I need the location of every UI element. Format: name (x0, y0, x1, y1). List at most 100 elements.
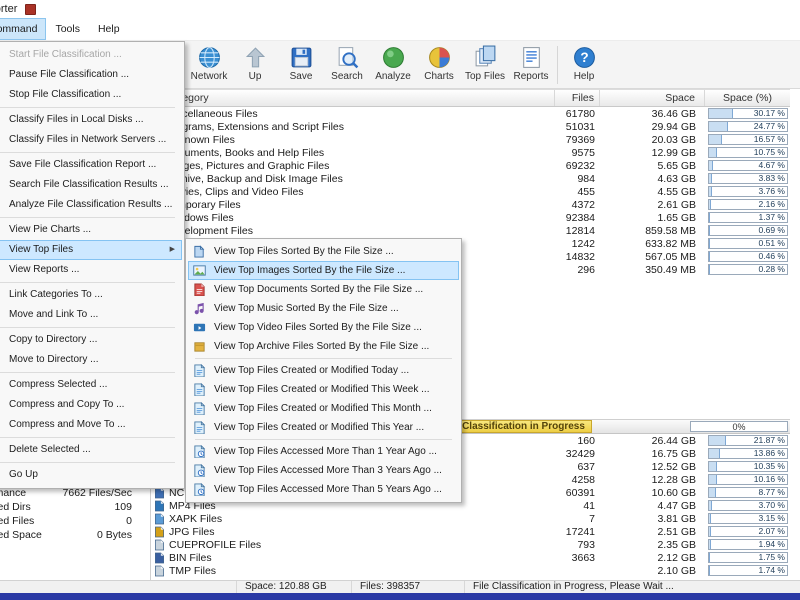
column-header-category[interactable]: Category (150, 90, 555, 106)
space-percent-bar: 21.87 % (708, 435, 788, 446)
menu-item-compress-and-move-to[interactable]: Compress and Move To ... (0, 415, 184, 435)
command-dropdown-menu: Start File Classification ... Pause File … (0, 41, 185, 489)
space-percent-label: 21.87 % (753, 435, 785, 445)
extension-name-cell: XAPK Files (150, 513, 555, 525)
category-row[interactable]: Temporary Files 4372 2.61 GB 2.16 % (150, 198, 790, 211)
menubar-item-tools[interactable]: Tools (46, 18, 89, 40)
extension-space: 2.10 GB (657, 564, 696, 577)
menu-item-view-top-files[interactable]: View Top Files ▶ (0, 240, 182, 260)
space-percent-fill (709, 436, 727, 445)
space-percent-fill (709, 148, 718, 157)
menu-item-move-and-link-to[interactable]: Move and Link To ... (0, 305, 184, 325)
column-header-space-percent[interactable]: Space (%) (705, 90, 790, 106)
submenu-item-view-top-files-accessed-more-than-5-years-[interactable]: View Top Files Accessed More Than 5 Year… (186, 480, 461, 499)
space-percent-fill (709, 200, 711, 209)
charts-icon (427, 44, 452, 70)
category-row[interactable]: Windows Files 92384 1.65 GB 1.37 % (150, 211, 790, 224)
category-name: Miscellaneous Files (166, 107, 258, 120)
toolbar-button-network[interactable]: Network (186, 44, 232, 82)
toolbar-button-reports[interactable]: Reports (508, 44, 554, 82)
category-space: 4.55 GB (657, 185, 696, 198)
menu-item-start-file-classification[interactable]: Start File Classification ... (0, 45, 184, 65)
menu-item-stop-file-classification[interactable]: Stop File Classification ... (0, 85, 184, 105)
space-percent-bar: 3.83 % (708, 173, 788, 184)
space-percent-fill (709, 488, 716, 497)
category-name: Images, Pictures and Graphic Files (166, 159, 330, 172)
menubar-item-command[interactable]: Command (0, 18, 47, 40)
category-row[interactable]: Images, Pictures and Graphic Files 69232 5… (150, 159, 790, 172)
category-row[interactable]: Unknown Files 79369 20.03 GB 16.57 % (150, 133, 790, 146)
menu-item-save-file-classification-report[interactable]: Save File Classification Report ... (0, 155, 184, 175)
space-percent-fill (709, 265, 710, 274)
extension-row[interactable]: JPG Files 17241 2.51 GB 2.07 % (150, 525, 790, 538)
menu-item-label: View Reports ... (9, 264, 80, 275)
category-row[interactable]: Movies, Clips and Video Files 455 4.55 GB 3… (150, 185, 790, 198)
column-header-files[interactable]: Files (555, 90, 600, 106)
top-files-submenu: View Top Files Sorted By the File Size .… (185, 238, 462, 503)
menu-item-copy-to-directory[interactable]: Copy to Directory ... (0, 330, 184, 350)
menu-item-analyze-file-classification-results[interactable]: Analyze File Classification Results ... (0, 195, 184, 215)
menu-item-delete-selected[interactable]: Delete Selected ... (0, 440, 184, 460)
column-header-space[interactable]: Space (600, 90, 705, 106)
modified-icon (193, 401, 207, 416)
extension-row[interactable]: BIN Files 3663 2.12 GB 1.75 % (150, 551, 790, 564)
space-percent-cell: 10.75 % (705, 147, 790, 158)
menu-item-go-up[interactable]: Go Up (0, 465, 184, 485)
extension-row[interactable]: CUEPROFILE Files 793 2.35 GB 1.94 % (150, 538, 790, 551)
menu-item-compress-selected[interactable]: Compress Selected ... (0, 375, 184, 395)
menu-item-label: Compress Selected ... (9, 379, 108, 390)
category-files: 14832 (565, 250, 595, 263)
submenu-item-view-top-files-created-or-modified-today[interactable]: View Top Files Created or Modified Today… (186, 361, 461, 380)
space-percent-fill (709, 566, 711, 575)
space-percent-bar: 0.28 % (708, 264, 788, 275)
submenu-item-view-top-music-sorted-by-the-file-size[interactable]: View Top Music Sorted By the File Size .… (186, 299, 461, 318)
menu-item-view-reports[interactable]: View Reports ... (0, 260, 184, 280)
category-row[interactable]: Archive, Backup and Disk Image Files 984 4… (150, 172, 790, 185)
toolbar-button-analyze[interactable]: Analyze (370, 44, 416, 82)
submenu-item-view-top-images-sorted-by-the-file-size[interactable]: View Top Images Sorted By the File Size … (188, 261, 459, 280)
toolbar-button-up[interactable]: Up (232, 44, 278, 82)
space-percent-fill (709, 501, 712, 510)
menu-item-classify-files-in-local-disks[interactable]: Classify Files in Local Disks ... (0, 110, 184, 130)
submenu-item-view-top-files-created-or-modified-this-mo[interactable]: View Top Files Created or Modified This … (186, 399, 461, 418)
menubar-item-help[interactable]: Help (89, 18, 129, 40)
toolbar-button-help[interactable]: ? Help (561, 44, 607, 82)
menu-item-link-categories-to[interactable]: Link Categories To ... (0, 285, 184, 305)
space-percent-cell: 30.17 % (705, 108, 790, 119)
space-percent-bar: 8.77 % (708, 487, 788, 498)
category-name: Development Files (166, 224, 253, 237)
toolbar-button-top-files[interactable]: Top Files (462, 44, 508, 82)
category-name: Programs, Extensions and Script Files (166, 120, 344, 133)
submenu-item-view-top-files-accessed-more-than-1-year-a[interactable]: View Top Files Accessed More Than 1 Year… (186, 442, 461, 461)
menu-item-move-to-directory[interactable]: Move to Directory ... (0, 350, 184, 370)
submenu-item-view-top-video-files-sorted-by-the-file-si[interactable]: View Top Video Files Sorted By the File … (186, 318, 461, 337)
toolbar-button-save[interactable]: Save (278, 44, 324, 82)
submenu-item-view-top-files-created-or-modified-this-ye[interactable]: View Top Files Created or Modified This … (186, 418, 461, 437)
modified-icon (193, 382, 207, 397)
extension-name-cell: JPG Files (150, 526, 555, 538)
menu-item-search-file-classification-results[interactable]: Search File Classification Results ... (0, 175, 184, 195)
category-space: 29.94 GB (651, 120, 696, 133)
extension-row[interactable]: TMP Files 2.10 GB 1.74 % (150, 564, 790, 577)
menu-item-view-pie-charts[interactable]: View Pie Charts ... (0, 220, 184, 240)
submenu-item-view-top-documents-sorted-by-the-file-size[interactable]: View Top Documents Sorted By the File Si… (186, 280, 461, 299)
category-row[interactable]: Documents, Books and Help Files 9575 12.99… (150, 146, 790, 159)
menu-item-classify-files-in-network-servers[interactable]: Classify Files in Network Servers ... (0, 130, 184, 150)
category-row[interactable]: Miscellaneous Files 61780 36.46 GB 30.17 % (150, 107, 790, 120)
category-space: 567.05 MB (645, 250, 696, 263)
toolbar-button-search[interactable]: Search (324, 44, 370, 82)
category-row[interactable]: Programs, Extensions and Script Files 510… (150, 120, 790, 133)
category-files: 51031 (565, 120, 595, 133)
space-percent-cell: 3.76 % (705, 186, 790, 197)
menu-item-pause-file-classification[interactable]: Pause File Classification ... (0, 65, 184, 85)
submenu-item-view-top-files-created-or-modified-this-we[interactable]: View Top Files Created or Modified This … (186, 380, 461, 399)
submenu-item-view-top-files-accessed-more-than-3-years-[interactable]: View Top Files Accessed More Than 3 Year… (186, 461, 461, 480)
menu-item-compress-and-copy-to[interactable]: Compress and Copy To ... (0, 395, 184, 415)
extension-row[interactable]: XAPK Files 7 3.81 GB 3.15 % (150, 512, 790, 525)
space-percent-fill (709, 109, 733, 118)
category-row[interactable]: Development Files 12814 859.58 MB 0.69 % (150, 224, 790, 237)
toolbar-button-charts[interactable]: Charts (416, 44, 462, 82)
menu-separator (0, 217, 175, 218)
submenu-item-view-top-archive-files-sorted-by-the-file-[interactable]: View Top Archive Files Sorted By the Fil… (186, 337, 461, 356)
submenu-item-view-top-files-sorted-by-the-file-size[interactable]: View Top Files Sorted By the File Size .… (186, 242, 461, 261)
